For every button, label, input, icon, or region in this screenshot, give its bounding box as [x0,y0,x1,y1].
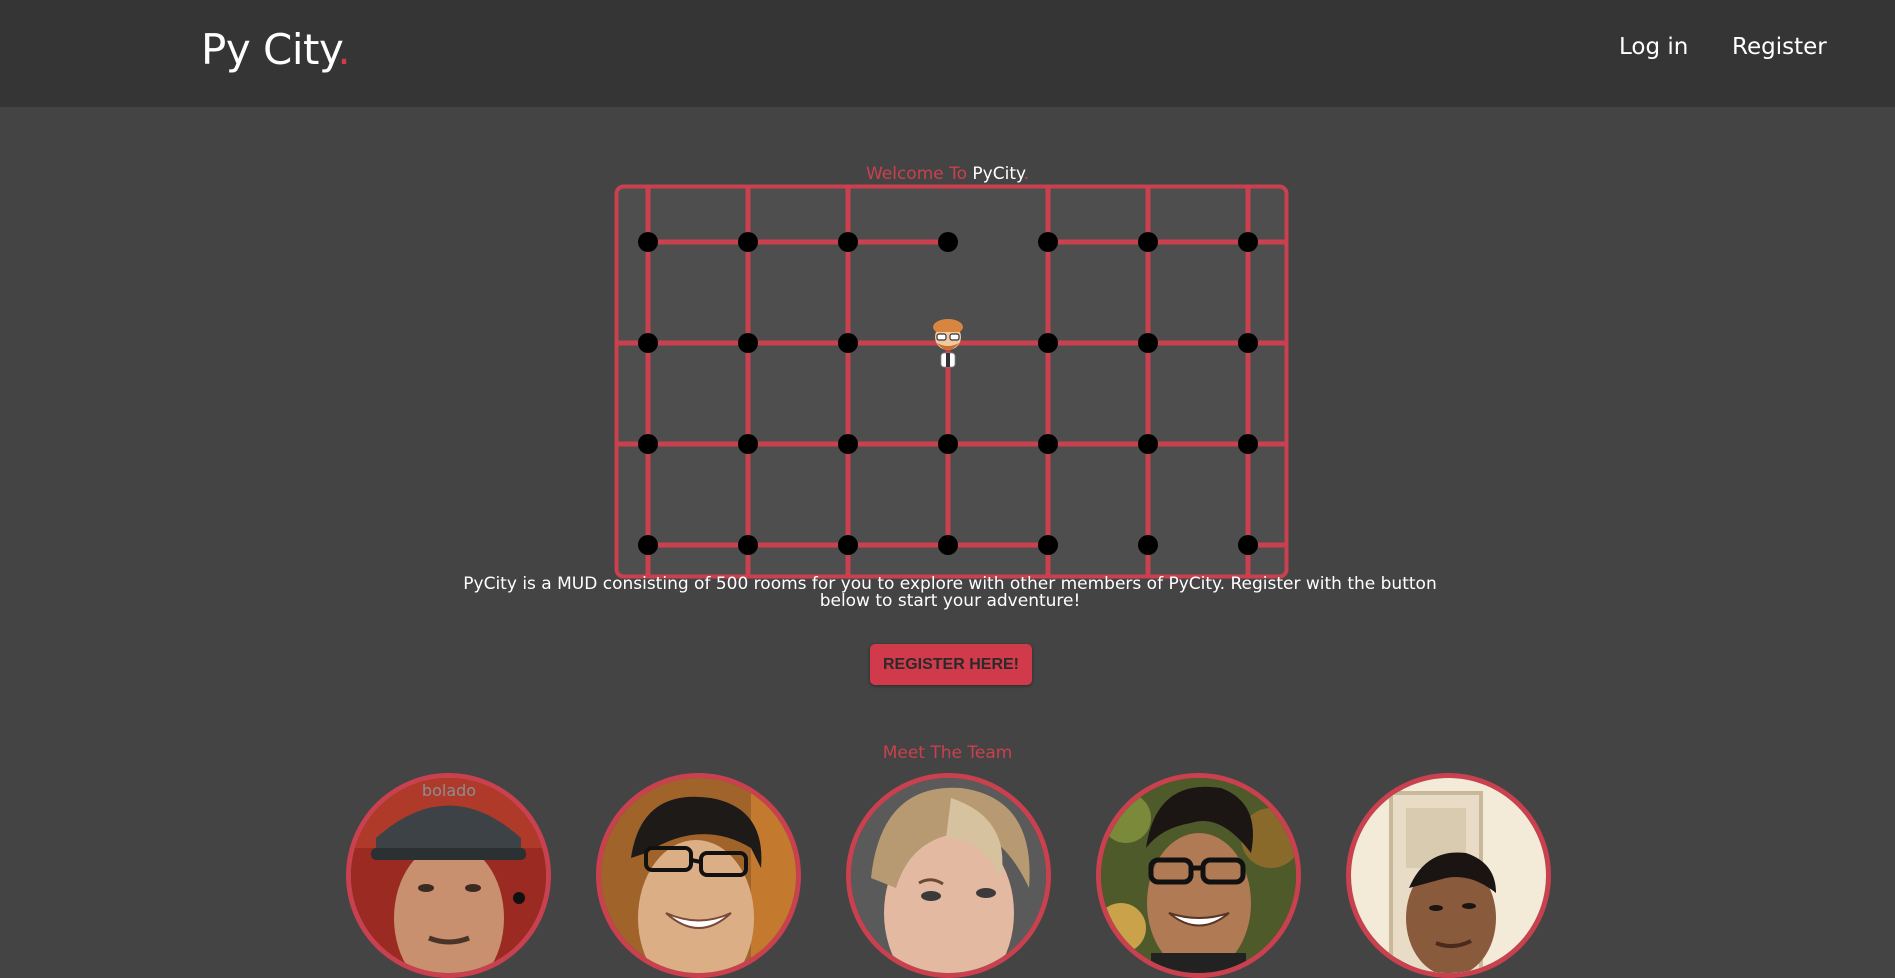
brand-text: Py City [201,25,338,74]
world-map [614,184,1289,579]
team-member-1-avatar: bolado [346,773,551,978]
map-room-node [1038,333,1058,353]
map-room-node [838,232,858,252]
game-description: PyCity is a MUD consisting of 500 rooms … [463,574,1437,611]
map-room-node [1038,535,1058,555]
brand-logo[interactable]: Py City. [201,20,351,80]
map-room-node [1138,535,1158,555]
map-room-node [938,434,958,454]
map-room-node [738,232,758,252]
map-room-node [1038,434,1058,454]
brand-dot: . [337,25,351,74]
team-member-3-avatar [846,773,1051,978]
map-room-node [938,232,958,252]
map-room-node [1238,535,1258,555]
team-member-photo-icon [601,778,796,973]
register-link[interactable]: Register [1732,32,1827,62]
team-member-5-avatar [1346,773,1551,978]
map-room-node [1238,232,1258,252]
map-room-node [638,535,658,555]
welcome-heading: Welcome To PyCity. [0,163,1895,185]
welcome-prefix: Welcome To [865,164,973,184]
map-room-node [738,434,758,454]
map-room-node [1038,232,1058,252]
team-heading: Meet The Team [882,743,1013,763]
map-room-node [838,535,858,555]
top-navbar: Py City. Log in Register [0,0,1895,107]
map-room-node [838,434,858,454]
team-member-2-avatar [596,773,801,978]
welcome-dot: . [1023,164,1030,184]
map-room-node [738,333,758,353]
map-room-node [738,535,758,555]
map-room-node [638,434,658,454]
map-room-node [1138,232,1158,252]
team-member-photo-icon [1351,778,1546,973]
team-member-photo-icon [851,778,1046,973]
map-room-node [1138,333,1158,353]
map-room-node [838,333,858,353]
map-room-node [638,333,658,353]
map-room-node [938,535,958,555]
map-room-node [1138,434,1158,454]
team-member-4-avatar [1096,773,1301,978]
team-member-photo-icon: bolado [351,778,546,973]
login-link[interactable]: Log in [1619,32,1688,62]
world-map-canvas [614,184,1289,579]
map-room-node [638,232,658,252]
svg-text:bolado: bolado [422,781,476,800]
map-room-node [1238,434,1258,454]
team-member-photo-icon [1101,778,1296,973]
map-room-node [1238,333,1258,353]
register-here-button[interactable]: REGISTER HERE! [870,644,1032,685]
welcome-name: PyCity [972,164,1024,184]
